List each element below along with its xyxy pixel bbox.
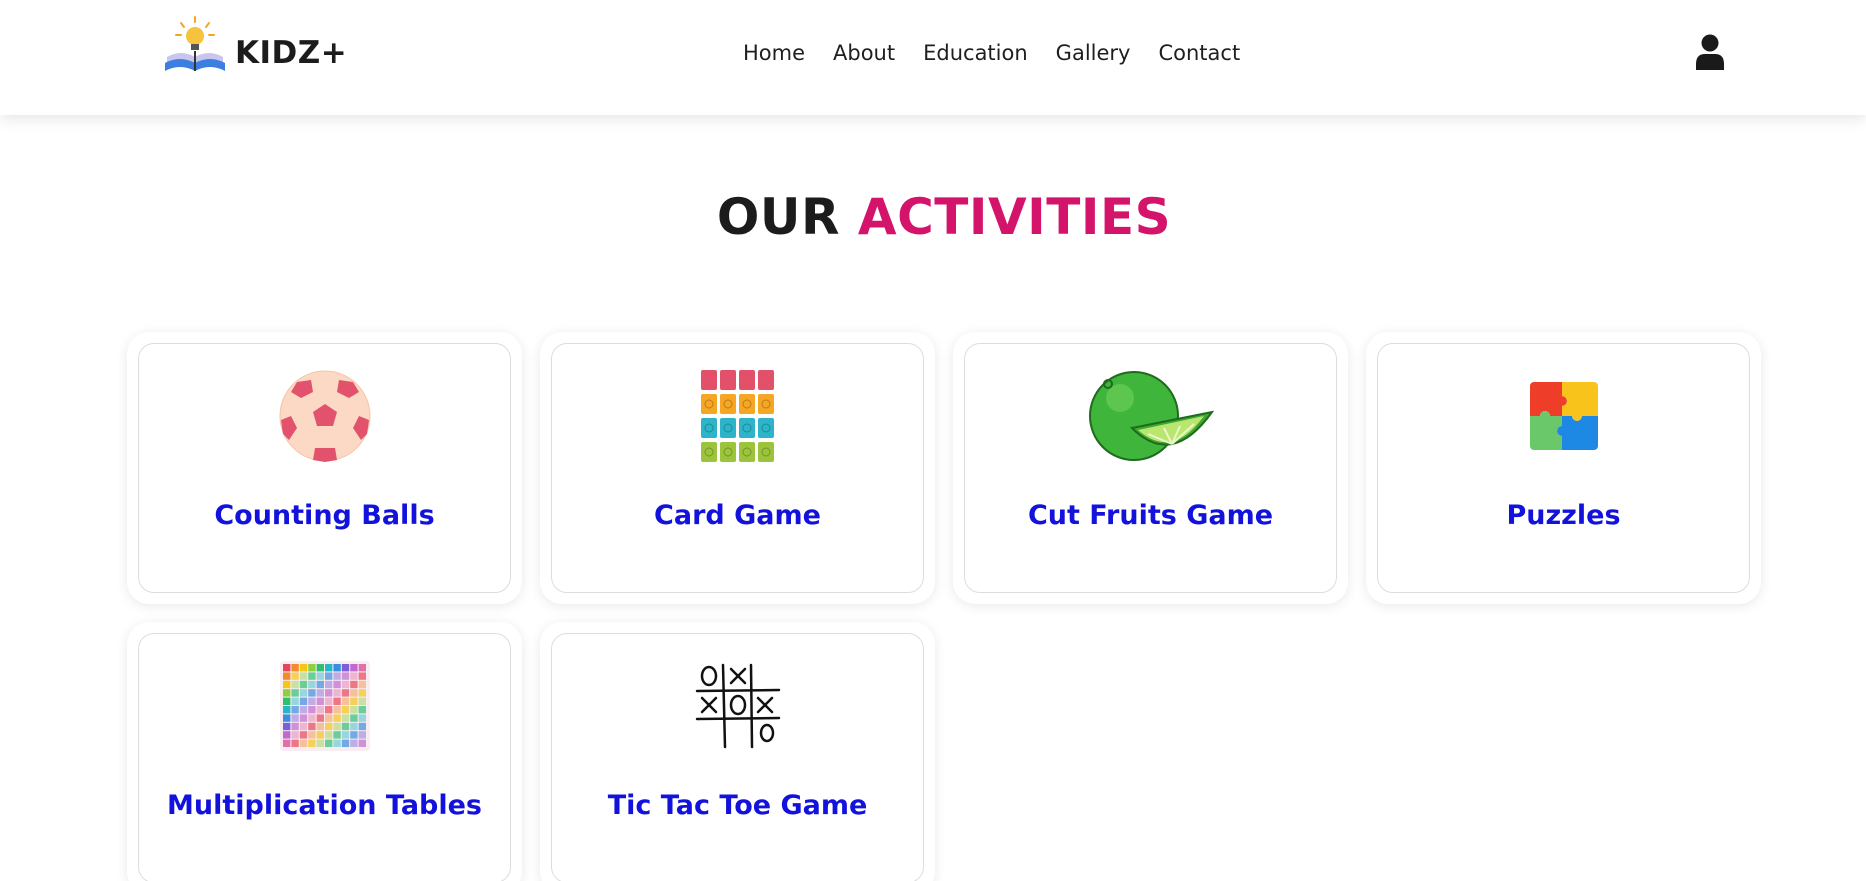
- activity-cut-fruits-game[interactable]: Cut Fruits Game: [964, 343, 1337, 593]
- brand-logo[interactable]: KIDZ+: [163, 15, 347, 75]
- activities-grid: Counting Balls Card Game Cut Fruits Game…: [127, 332, 1763, 881]
- activity-card: Card Game: [540, 332, 935, 604]
- user-icon[interactable]: [1695, 34, 1725, 70]
- activity-tic-tac-toe-game[interactable]: Tic Tac Toe Game: [551, 633, 924, 881]
- multiplication-table-icon: [279, 661, 370, 751]
- lightbulb-book-icon: [165, 16, 225, 71]
- lime-fruit-icon: [1088, 371, 1214, 461]
- section-title-part1: OUR: [716, 188, 840, 246]
- nav-gallery[interactable]: Gallery: [1042, 38, 1145, 68]
- activity-card-game[interactable]: Card Game: [551, 343, 924, 593]
- activity-card: Cut Fruits Game: [953, 332, 1348, 604]
- activity-label: Puzzles: [1506, 500, 1621, 531]
- section-title: OUR ACTIVITIES: [0, 188, 1866, 246]
- activity-label: Counting Balls: [214, 500, 435, 531]
- activity-card: Puzzles: [1366, 332, 1761, 604]
- nav-contact[interactable]: Contact: [1144, 38, 1254, 68]
- activity-puzzles[interactable]: Puzzles: [1377, 343, 1750, 593]
- activity-counting-balls[interactable]: Counting Balls: [138, 343, 511, 593]
- activity-card: Multiplication Tables: [127, 622, 522, 881]
- nav-about[interactable]: About: [819, 38, 909, 68]
- activity-card: Tic Tac Toe Game: [540, 622, 935, 881]
- nav-home[interactable]: Home: [743, 38, 819, 68]
- activity-label: Cut Fruits Game: [1027, 500, 1274, 531]
- puzzle-pieces-icon: [1529, 382, 1598, 450]
- activity-label: Multiplication Tables: [166, 790, 483, 821]
- activity-multiplication-tables[interactable]: Multiplication Tables: [138, 633, 511, 881]
- nav-education[interactable]: Education: [909, 38, 1042, 68]
- activity-label: Tic Tac Toe Game: [607, 790, 868, 821]
- activity-card: Counting Balls: [127, 332, 522, 604]
- activity-label: Card Game: [654, 500, 821, 531]
- site-header: KIDZ+ Home About Education Gallery Conta…: [0, 0, 1866, 115]
- tic-tac-toe-icon: [695, 663, 780, 749]
- brand-name: KIDZ+: [235, 35, 348, 71]
- memory-cards-icon: [700, 370, 774, 462]
- main-nav: Home About Education Gallery Contact: [743, 38, 1254, 68]
- soccer-ball-icon: [279, 370, 370, 462]
- section-title-part2: ACTIVITIES: [857, 188, 1172, 246]
